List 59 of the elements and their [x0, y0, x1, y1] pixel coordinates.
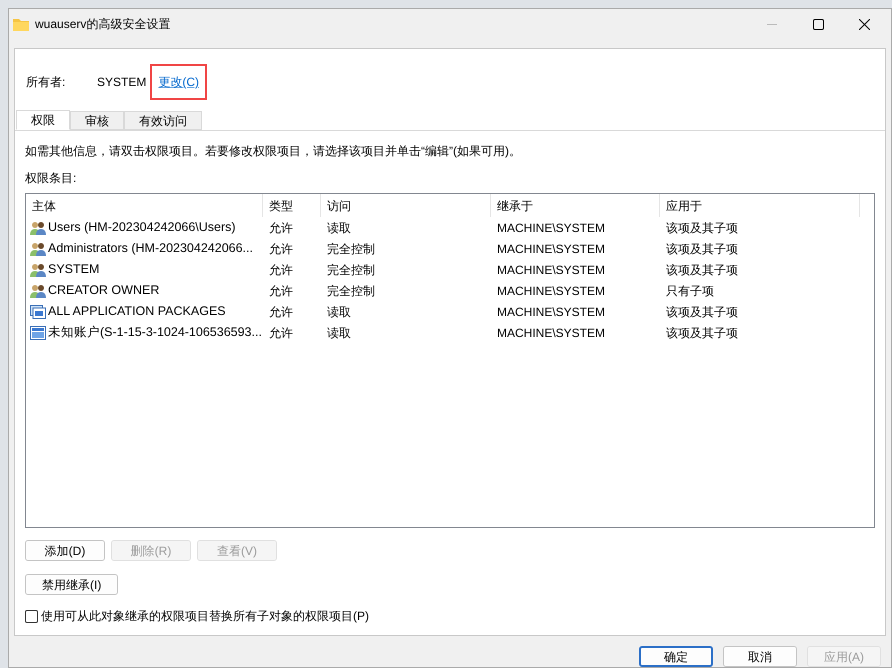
tab[interactable]: 有效访问	[124, 111, 202, 130]
disable-inheritance-button[interactable]: 禁用继承(I)	[25, 574, 118, 595]
table-cell-text: 完全控制	[326, 282, 376, 300]
table-cell-text: MACHINE\SYSTEM	[496, 220, 606, 236]
users-icon	[30, 242, 46, 256]
table-cell-text: 允许	[268, 304, 294, 320]
info-text: 如需其他信息，请双击权限项目。若要修改权限项目，请选择该项目并单击“编辑”(如果可用)。	[25, 143, 522, 160]
change-link[interactable]: 更改(C)	[158, 73, 200, 91]
principal-name: ALL APPLICATION PACKAGES	[48, 303, 226, 320]
table-cell-text: MACHINE\SYSTEM	[496, 240, 606, 258]
table-cell-text: MACHINE\SYSTEM	[496, 324, 606, 342]
window-grid-icon	[30, 326, 46, 340]
table-cell-text: 读取	[326, 304, 352, 320]
principal-name: Administrators (HM-202304242066...	[48, 240, 253, 258]
users-icon	[30, 220, 46, 234]
column-header[interactable]: 继承于	[491, 194, 660, 217]
principal-name: Users (HM-202304242066\Users)	[48, 219, 236, 236]
principal-name: 未知账户(S-1-15-3-1024-106536593...	[48, 324, 262, 342]
table-cell-text: 完全控制	[326, 240, 376, 258]
table-cell-text: 该项及其子项	[665, 220, 739, 236]
tab[interactable]: 权限	[16, 110, 70, 130]
table-cell-text: 只有子项	[665, 282, 715, 300]
table-cell-text: 允许	[268, 282, 294, 300]
table-cell-text: 该项及其子项	[665, 324, 739, 342]
column-header[interactable]: 类型	[263, 194, 321, 217]
owner-value: SYSTEM	[97, 74, 146, 91]
users-icon	[30, 262, 46, 276]
tab[interactable]: 审核	[70, 111, 124, 130]
replace-checkbox[interactable]	[25, 610, 38, 622]
table-cell-text: 该项及其子项	[665, 304, 739, 320]
table-cell-text: MACHINE\SYSTEM	[496, 282, 606, 300]
principal-name: SYSTEM	[48, 261, 100, 278]
principal-name: CREATOR OWNER	[48, 282, 160, 300]
owner-label: 所有者:	[25, 74, 66, 91]
table-cell-text: MACHINE\SYSTEM	[496, 262, 606, 278]
window-grid-icon	[30, 304, 46, 318]
table-cell-text: 读取	[326, 324, 352, 342]
replace-checkbox-label: 使用可从此对象继承的权限项目替换所有子对象的权限项目(P)	[41, 608, 369, 625]
table-cell-text: 允许	[268, 324, 294, 342]
table-cell-text: 允许	[268, 220, 294, 236]
table-cell-text: 完全控制	[326, 262, 376, 278]
entries-label: 权限条目:	[25, 170, 78, 187]
users-icon	[30, 284, 46, 298]
action-button[interactable]: 添加(D)	[25, 540, 105, 561]
table-cell-text: 允许	[268, 262, 294, 278]
table-cell-text: 读取	[326, 220, 352, 236]
maximize-icon	[812, 18, 824, 30]
column-header[interactable]: 主体	[26, 194, 263, 217]
column-header[interactable]: 应用于	[660, 194, 860, 217]
close-icon	[858, 18, 870, 30]
table-cell-text: MACHINE\SYSTEM	[496, 304, 606, 320]
folder-icon	[13, 17, 29, 31]
dialog-button[interactable]: 确定	[639, 646, 713, 667]
column-header[interactable]: 访问	[321, 194, 491, 217]
table-cell-text: 该项及其子项	[665, 262, 739, 278]
window-title: wuauserv的高级安全设置	[35, 16, 170, 33]
table-cell-text: 该项及其子项	[665, 240, 739, 258]
table-cell-text: 允许	[268, 240, 294, 258]
dialog-button[interactable]: 取消	[723, 646, 797, 667]
